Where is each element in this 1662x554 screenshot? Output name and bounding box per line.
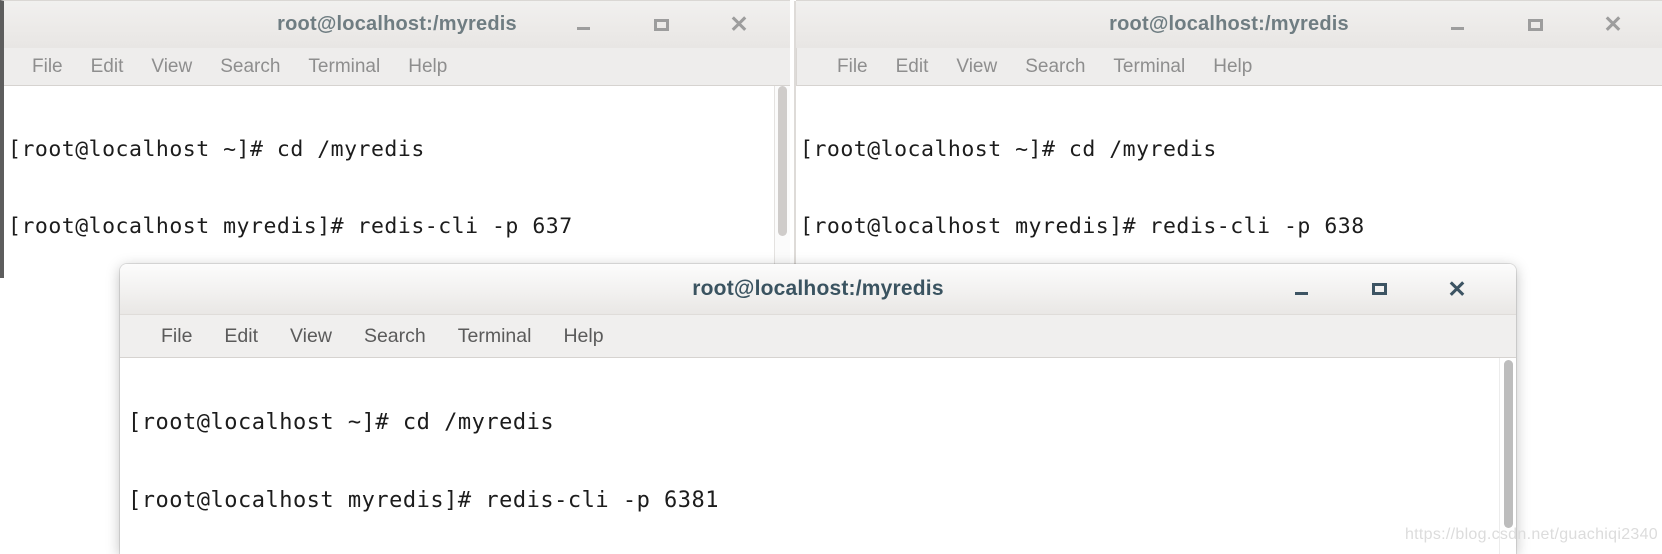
scrollbar-thumb[interactable] <box>778 86 787 236</box>
menu-item-file[interactable]: File <box>18 56 77 78</box>
minimize-icon <box>1450 27 1464 30</box>
window-controls: ✕ <box>1262 264 1496 314</box>
menu-item-terminal[interactable]: Terminal <box>294 56 394 78</box>
maximize-button[interactable] <box>1340 266 1418 313</box>
menu-item-edit[interactable]: Edit <box>77 56 138 78</box>
window-title: root@localhost:/myredis <box>1109 13 1349 35</box>
scrollbar-vertical[interactable] <box>774 86 790 278</box>
close-icon: ✕ <box>1603 11 1623 37</box>
menu-item-file[interactable]: File <box>145 325 208 348</box>
terminal-line: [root@localhost ~]# cd /myredis <box>800 137 1217 162</box>
minimize-button[interactable] <box>1262 266 1340 313</box>
titlebar[interactable]: root@localhost:/myredis ✕ <box>120 264 1516 315</box>
close-icon: ✕ <box>729 11 749 37</box>
maximize-icon <box>1371 283 1387 295</box>
maximize-icon <box>653 18 669 31</box>
window-title: root@localhost:/myredis <box>277 13 517 35</box>
close-button[interactable]: ✕ <box>1574 1 1652 48</box>
menubar: File Edit View Search Terminal Help <box>120 315 1516 358</box>
close-icon: ✕ <box>1447 275 1467 302</box>
terminal-text: [root@localhost ~]# cd /myredis [root@lo… <box>8 86 790 278</box>
minimize-button[interactable] <box>1418 1 1496 48</box>
titlebar[interactable]: root@localhost:/myredis ✕ <box>4 1 790 48</box>
terminal-output-area[interactable]: [root@localhost ~]# cd /myredis [root@lo… <box>120 358 1516 554</box>
maximize-button[interactable] <box>1496 1 1574 48</box>
menu-item-terminal[interactable]: Terminal <box>442 325 548 348</box>
menu-item-file[interactable]: File <box>823 56 882 78</box>
window-controls: ✕ <box>1418 1 1652 48</box>
scrollbar-thumb[interactable] <box>1504 360 1513 528</box>
menu-item-edit[interactable]: Edit <box>208 325 274 348</box>
menubar: File Edit View Search Terminal Help <box>796 48 1662 86</box>
menu-item-edit[interactable]: Edit <box>882 56 943 78</box>
terminal-output-area[interactable]: [root@localhost ~]# cd /myredis [root@lo… <box>4 86 790 278</box>
menu-item-search[interactable]: Search <box>1011 56 1099 78</box>
menu-item-view[interactable]: View <box>274 325 348 348</box>
window-title: root@localhost:/myredis <box>692 277 944 300</box>
menu-item-help[interactable]: Help <box>394 56 461 78</box>
minimize-icon <box>1294 291 1308 295</box>
minimize-icon <box>576 27 590 30</box>
terminal-line: [root@localhost myredis]# redis-cli -p 6… <box>800 213 1365 239</box>
window-controls: ✕ <box>544 1 778 48</box>
terminal-text: [root@localhost ~]# cd /myredis [root@lo… <box>800 86 1662 278</box>
terminal-line: [root@localhost ~]# cd /myredis <box>128 410 555 435</box>
maximize-icon <box>1527 18 1543 31</box>
maximize-button[interactable] <box>622 1 700 48</box>
close-button[interactable]: ✕ <box>1418 266 1496 313</box>
menu-item-search[interactable]: Search <box>348 325 442 348</box>
terminal-output-area[interactable]: [root@localhost ~]# cd /myredis [root@lo… <box>796 86 1662 278</box>
minimize-button[interactable] <box>544 1 622 48</box>
scrollbar-vertical[interactable] <box>1499 358 1516 554</box>
menu-item-view[interactable]: View <box>942 56 1011 78</box>
terminal-window-6379[interactable]: root@localhost:/myredis ✕ File Edit View… <box>0 0 790 278</box>
terminal-line: [root@localhost ~]# cd /myredis <box>8 137 425 162</box>
titlebar[interactable]: root@localhost:/myredis ✕ <box>796 1 1662 48</box>
terminal-line: [root@localhost myredis]# redis-cli -p 6… <box>8 213 573 239</box>
terminal-window-6380[interactable]: root@localhost:/myredis ✕ File Edit View… <box>794 0 1662 278</box>
menu-item-view[interactable]: View <box>137 56 206 78</box>
close-button[interactable]: ✕ <box>700 1 778 48</box>
terminal-window-6381[interactable]: root@localhost:/myredis ✕ File Edit View… <box>120 264 1516 554</box>
menu-item-help[interactable]: Help <box>547 325 619 348</box>
menubar: File Edit View Search Terminal Help <box>4 48 790 86</box>
menu-item-terminal[interactable]: Terminal <box>1099 56 1199 78</box>
menu-item-search[interactable]: Search <box>206 56 294 78</box>
terminal-line: [root@localhost myredis]# redis-cli -p 6… <box>128 488 720 513</box>
terminal-text: [root@localhost ~]# cd /myredis [root@lo… <box>128 358 1516 554</box>
menu-item-help[interactable]: Help <box>1199 56 1266 78</box>
